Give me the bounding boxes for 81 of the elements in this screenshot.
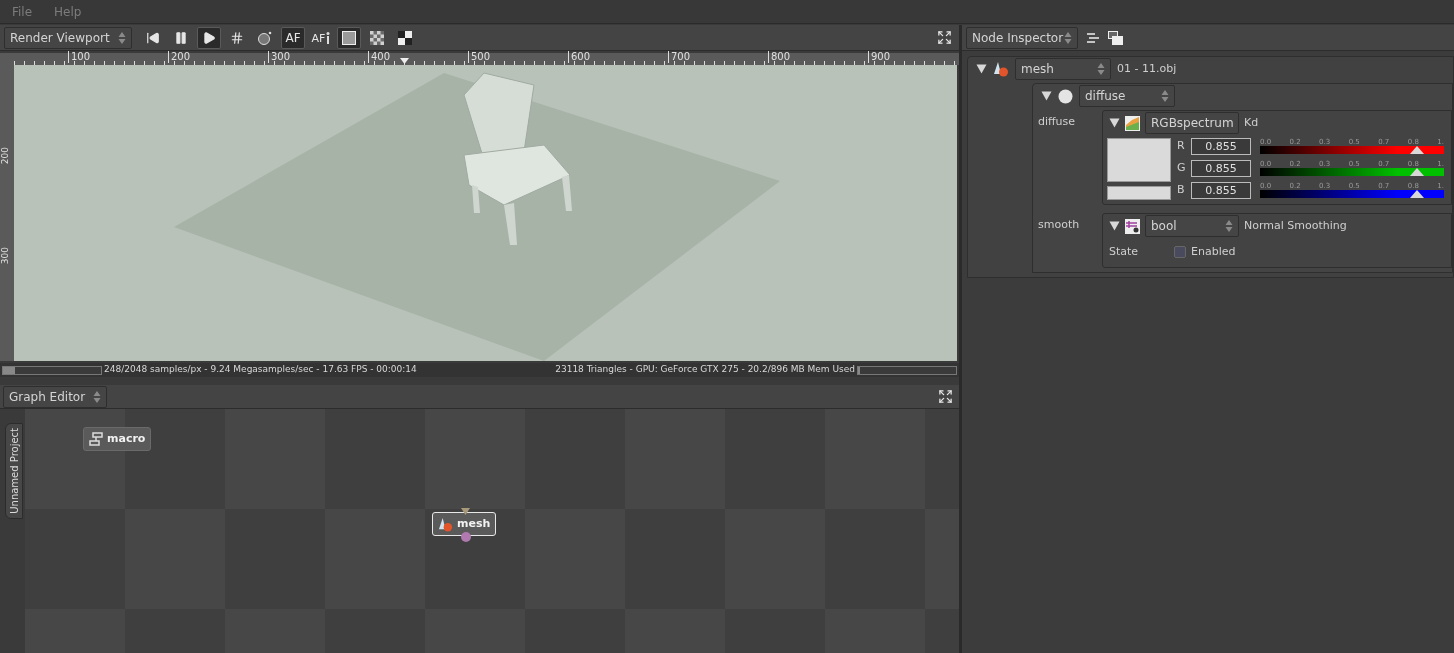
- channel-slider[interactable]: [1260, 190, 1444, 198]
- ruler-label: 500: [468, 51, 491, 63]
- fine-pattern-icon: [342, 30, 356, 45]
- macro-icon: [89, 432, 103, 446]
- slider-thumb[interactable]: [1410, 190, 1425, 198]
- align-icon[interactable]: [1086, 32, 1100, 43]
- updown-arrows-icon: [1225, 219, 1233, 233]
- updown-arrows-icon: [1064, 30, 1072, 45]
- channel-value-field[interactable]: 0.855: [1191, 159, 1251, 177]
- output-port-icon[interactable]: [461, 532, 471, 542]
- scene-stats-text: 23118 Triangles - GPU: GeForce GTX 275 - 20.2/896 MB Mem Used: [555, 363, 855, 377]
- play-button[interactable]: [197, 26, 221, 49]
- toggle-icon: [1125, 218, 1140, 234]
- fullscreen-icon: [936, 30, 952, 45]
- ruler-label: 300: [0, 247, 10, 265]
- info-icon: [326, 31, 331, 44]
- cone-sphere-icon: [993, 61, 1009, 77]
- parameter-name: Normal Smoothing: [1244, 217, 1347, 234]
- channel-label: G: [1177, 159, 1186, 176]
- grid-icon: [230, 30, 244, 45]
- autofocus-button[interactable]: AF: [281, 26, 305, 49]
- spectrum-icon: [1125, 115, 1140, 131]
- skip-back-icon: [146, 30, 160, 45]
- sphere-icon: [1058, 88, 1073, 104]
- node-type-dropdown[interactable]: mesh: [1015, 58, 1111, 80]
- input-port-icon[interactable]: [461, 508, 470, 515]
- pause-icon: [174, 30, 188, 45]
- expand-triangle-icon[interactable]: [976, 64, 987, 74]
- parameter-name: Kd: [1244, 114, 1259, 131]
- ruler-label: 600: [568, 51, 591, 63]
- marker-triangle-icon[interactable]: [400, 58, 409, 64]
- render-stats-text: 248/2048 samples/px - 9.24 Megasamples/sec - 17.63 FPS - 00:00:14: [104, 363, 417, 377]
- graph-canvas[interactable]: macro mesh: [25, 409, 959, 653]
- parameter-label: diffuse: [1038, 114, 1077, 130]
- file-name: 01 - 11.obj: [1117, 60, 1177, 77]
- channel-label: B: [1177, 181, 1186, 198]
- ruler-label: 200: [0, 147, 10, 165]
- ruler-label: 700: [668, 51, 691, 63]
- enabled-checkbox[interactable]: [1174, 246, 1186, 259]
- expand-triangle-icon[interactable]: [1041, 91, 1052, 101]
- fullscreen-icon: [937, 389, 953, 404]
- windows-icon[interactable]: [1108, 30, 1123, 45]
- panel-dropdown[interactable]: Graph Editor: [3, 385, 107, 408]
- updown-arrows-icon: [1161, 89, 1169, 103]
- channel-slider[interactable]: [1260, 146, 1444, 154]
- slider-thumb[interactable]: [1410, 168, 1425, 176]
- fine-pattern-button[interactable]: [337, 26, 361, 49]
- sphere-icon: [257, 29, 273, 46]
- type-dropdown[interactable]: bool: [1145, 215, 1239, 237]
- color-swatch[interactable]: [1107, 186, 1171, 200]
- checkbox-label: Enabled: [1191, 244, 1236, 260]
- play-icon: [202, 30, 216, 45]
- updown-arrows-icon: [1097, 62, 1105, 76]
- parameter-label: smooth: [1038, 217, 1081, 233]
- updown-arrows-icon: [93, 389, 101, 404]
- type-dropdown[interactable]: RGBspectrum: [1145, 112, 1239, 134]
- updown-arrows-icon: [118, 30, 126, 45]
- slider-thumb[interactable]: [1410, 146, 1425, 154]
- ruler-label: 100: [68, 51, 91, 63]
- ruler-label: 900: [868, 51, 891, 63]
- ruler-label: 300: [268, 51, 291, 63]
- channel-value-field[interactable]: 0.855: [1191, 181, 1251, 199]
- panel-dropdown[interactable]: Render Viewport: [4, 26, 132, 49]
- channel-slider[interactable]: [1260, 168, 1444, 176]
- graph-node[interactable]: mesh: [432, 512, 497, 536]
- quad-pattern-icon: [398, 30, 412, 45]
- panel-dropdown[interactable]: Node Inspector: [966, 26, 1078, 49]
- cone-sphere-icon: [438, 516, 453, 532]
- project-tab[interactable]: Unnamed Project: [5, 423, 23, 519]
- state-label: State: [1109, 244, 1140, 260]
- expand-triangle-icon[interactable]: [1109, 221, 1120, 231]
- checker-pattern-icon: [370, 30, 384, 45]
- ruler-label: 200: [168, 51, 191, 63]
- ruler-label: 800: [768, 51, 791, 63]
- ruler-label: 400: [368, 51, 391, 63]
- color-swatch[interactable]: [1107, 138, 1171, 182]
- channel-value-field[interactable]: 0.855: [1191, 137, 1251, 155]
- channel-label: R: [1177, 137, 1186, 154]
- graph-node[interactable]: macro: [83, 427, 152, 451]
- material-dropdown[interactable]: diffuse: [1079, 85, 1175, 107]
- expand-triangle-icon[interactable]: [1109, 118, 1120, 128]
